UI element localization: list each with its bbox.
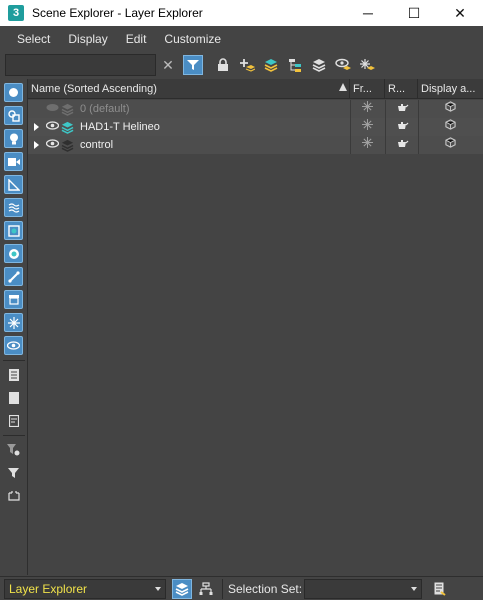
cameras-icon[interactable] [4,152,23,171]
app-icon: 3 [8,5,24,21]
space-warps-icon[interactable] [4,198,23,217]
hierarchy-mode-button[interactable] [196,579,216,599]
freeze-toggle-icon[interactable] [350,118,385,136]
xrefs-icon[interactable] [4,244,23,263]
select-children-icon[interactable] [4,486,23,505]
minimize-button[interactable]: ─ [345,0,391,26]
expand-arrow-icon[interactable] [34,141,39,149]
add-layer-icon[interactable] [237,55,257,75]
hidden-icon[interactable] [4,336,23,355]
search-input[interactable] [5,54,156,76]
layer-mode-button[interactable] [172,579,192,599]
clear-search-icon[interactable]: ✕ [158,55,178,75]
bones-icon[interactable] [4,267,23,286]
freeze-toggle-icon[interactable] [350,136,385,154]
expand-arrow-icon[interactable] [34,123,39,131]
table-row[interactable]: HAD1-T Helineo [28,118,483,136]
eye-icon[interactable] [45,121,60,133]
freeze-toggle-icon[interactable] [350,100,385,118]
table-row[interactable]: 0 (default) [28,100,483,118]
layers-icon[interactable] [309,55,329,75]
chevron-down-icon [155,587,161,591]
menu-edit[interactable]: Edit [117,32,156,46]
eye-icon[interactable] [45,139,60,151]
filter-options-icon[interactable] [4,440,23,459]
close-button[interactable]: ✕ [437,0,483,26]
sort-ascending-icon [339,83,347,91]
maximize-button[interactable]: ☐ [391,0,437,26]
selection-set-label: Selection Set: [228,582,303,596]
filter-icon[interactable] [4,463,23,482]
lock-icon[interactable] [213,55,233,75]
containers-icon[interactable] [4,290,23,309]
geometry-icon[interactable] [4,83,23,102]
eye-icon[interactable] [46,103,59,115]
layer-icon [61,121,74,134]
groups-icon[interactable] [4,221,23,240]
column-name[interactable]: Name (Sorted Ascending) [28,79,350,99]
menu-customize[interactable]: Customize [155,32,230,46]
lights-icon[interactable] [4,129,23,148]
edit-selection-set-button[interactable] [430,579,450,599]
table-header: Name (Sorted Ascending) Fr... R... Displ… [28,79,483,99]
hierarchy-icon[interactable] [285,55,305,75]
window-title: Scene Explorer - Layer Explorer [32,6,203,20]
layer-name[interactable]: HAD1-T Helineo [80,118,160,136]
layer-name[interactable]: 0 (default) [80,100,130,118]
layer-icon [61,139,74,152]
shapes-icon[interactable] [4,106,23,125]
column-render[interactable]: R... [385,79,418,99]
explorer-select-label: Layer Explorer [9,582,88,596]
title-bar: 3 Scene Explorer - Layer Explorer ─ ☐ ✕ [0,0,483,26]
display-box-icon[interactable] [418,100,483,118]
menu-select[interactable]: Select [8,32,59,46]
list-all-icon[interactable] [4,365,23,384]
toolbar: ✕ [0,52,483,78]
layer-stack-icon[interactable] [261,55,281,75]
chevron-down-icon [411,587,417,591]
explorer-select[interactable]: Layer Explorer [4,579,166,599]
menu-display[interactable]: Display [59,32,116,46]
render-teapot-icon[interactable] [385,118,418,136]
invert-icon[interactable] [4,411,23,430]
table-row[interactable]: control [28,136,483,154]
layer-icon [61,103,74,116]
layer-name[interactable]: control [80,136,113,154]
display-box-icon[interactable] [418,118,483,136]
left-filter-toolbar [0,79,28,575]
filter-icon[interactable] [183,55,203,75]
column-display[interactable]: Display a... [418,79,483,99]
eye-layer-icon[interactable] [333,55,353,75]
selection-set-select[interactable] [304,579,422,599]
window-controls: ─ ☐ ✕ [345,0,483,26]
layer-table: Name (Sorted Ascending) Fr... R... Displ… [28,79,483,575]
list-none-icon[interactable] [4,388,23,407]
freeze-layer-icon[interactable] [357,55,377,75]
helpers-icon[interactable] [4,175,23,194]
bottom-bar: Layer Explorer Selection Set: [0,576,483,600]
column-frozen[interactable]: Fr... [350,79,385,99]
frozen-icon[interactable] [4,313,23,332]
menu-bar: Select Display Edit Customize [0,27,483,51]
render-teapot-icon[interactable] [385,100,418,118]
render-teapot-icon[interactable] [385,136,418,154]
display-box-icon[interactable] [418,136,483,154]
